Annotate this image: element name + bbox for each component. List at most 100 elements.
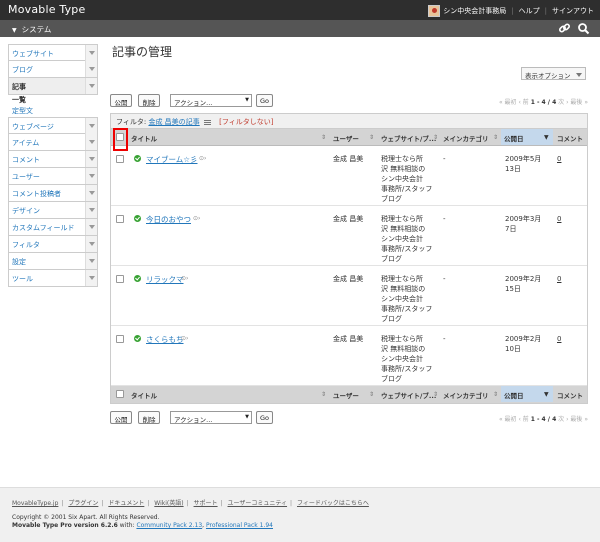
sort-icon[interactable]: ⇕ <box>433 391 438 398</box>
sidebar-item-commenters[interactable]: コメント投稿者 <box>8 185 98 202</box>
sidebar-item-webpages[interactable]: ウェブページ <box>8 117 98 134</box>
view-entry-icon[interactable]: ⊙› <box>181 335 188 342</box>
sidebar-item-settings[interactable]: 設定 <box>8 253 98 270</box>
chevron-down-icon[interactable] <box>85 151 97 167</box>
help-link[interactable]: ヘルプ <box>519 6 540 16</box>
display-options-button[interactable]: 表示オプション <box>521 67 586 80</box>
pager-last[interactable]: 最後 » <box>570 99 588 106</box>
column-header-category[interactable]: メインカテゴリ <box>443 390 489 400</box>
chevron-down-icon[interactable] <box>85 78 97 94</box>
chevron-down-icon[interactable] <box>85 270 97 286</box>
scope-selector[interactable]: ▼ システム <box>12 24 51 35</box>
view-entry-icon[interactable]: ⊙› <box>199 155 206 162</box>
chevron-down-icon[interactable] <box>85 185 97 201</box>
footer-link-community[interactable]: ユーザーコミュニティ <box>228 500 288 507</box>
footer-link-movabletype[interactable]: MovableType.jp <box>12 500 58 507</box>
link-icon[interactable] <box>558 22 571 35</box>
community-pack-link[interactable]: Community Pack 2.13 <box>136 522 202 529</box>
chevron-down-icon[interactable] <box>85 118 97 134</box>
footer-link-docs[interactable]: ドキュメント <box>108 500 144 507</box>
pager-first[interactable]: « 最初 <box>499 99 517 106</box>
footer-link-plugins[interactable]: プラグイン <box>68 500 98 507</box>
select-all-checkbox[interactable] <box>116 133 124 141</box>
footer-link-support[interactable]: サポート <box>194 500 218 507</box>
pager-last[interactable]: 最後 » <box>570 416 588 423</box>
entry-title-link[interactable]: マイブーム☆彡 <box>146 154 198 165</box>
comment-count-link[interactable]: 0 <box>557 334 561 344</box>
footer-link-wiki[interactable]: Wiki(英語) <box>154 500 183 507</box>
sort-icon[interactable]: ⇕ <box>321 134 326 141</box>
search-icon[interactable] <box>577 22 590 35</box>
comment-count-link[interactable]: 0 <box>557 154 561 164</box>
action-select[interactable]: アクション... <box>170 94 252 107</box>
row-checkbox[interactable] <box>116 215 124 223</box>
row-checkbox[interactable] <box>116 155 124 163</box>
signout-link[interactable]: サインアウト <box>552 6 594 16</box>
sidebar-item-users[interactable]: ユーザー <box>8 168 98 185</box>
sort-icon[interactable]: ⇕ <box>433 134 438 141</box>
column-header-comments[interactable]: コメント <box>557 390 583 400</box>
pager-prev[interactable]: ‹ 前 <box>518 99 528 106</box>
column-header-category[interactable]: メインカテゴリ <box>443 133 489 143</box>
delete-button[interactable]: 削除 <box>138 94 160 107</box>
sidebar-subitem-template[interactable]: 定型文 <box>8 106 98 117</box>
go-button[interactable]: Go <box>256 94 273 107</box>
entry-title-link[interactable]: リラックマ <box>146 274 184 285</box>
chevron-down-icon[interactable] <box>85 134 97 150</box>
row-checkbox[interactable] <box>116 275 124 283</box>
sidebar-item-design[interactable]: デザイン <box>8 202 98 219</box>
view-entry-icon[interactable]: ⊙› <box>193 215 200 222</box>
column-header-title[interactable]: タイトル <box>131 390 157 400</box>
chevron-down-icon[interactable] <box>85 236 97 252</box>
sidebar-item-blog[interactable]: ブログ <box>8 61 98 78</box>
footer-link-feedback[interactable]: フィードバックはこちらへ <box>297 500 369 507</box>
comment-count-link[interactable]: 0 <box>557 214 561 224</box>
avatar[interactable] <box>428 5 441 17</box>
chevron-down-icon[interactable] <box>85 253 97 269</box>
column-header-website[interactable]: ウェブサイト/ブ... <box>381 390 436 400</box>
sidebar-item-filters[interactable]: フィルタ <box>8 236 98 253</box>
column-header-user[interactable]: ユーザー <box>333 133 359 143</box>
sidebar-item-customfields[interactable]: カスタムフィールド <box>8 219 98 236</box>
professional-pack-link[interactable]: Professional Pack 1.94 <box>206 522 273 529</box>
comment-count-link[interactable]: 0 <box>557 274 561 284</box>
filter-list-icon[interactable] <box>203 119 211 125</box>
sidebar-item-entries[interactable]: 記事 <box>8 78 98 95</box>
pager-prev[interactable]: ‹ 前 <box>518 416 528 423</box>
view-entry-icon[interactable]: ⊙› <box>181 275 188 282</box>
pager-next[interactable]: 次 › <box>558 99 568 106</box>
entry-title-link[interactable]: さくらもち <box>146 334 184 345</box>
delete-button[interactable]: 削除 <box>138 411 160 424</box>
sidebar-item-website[interactable]: ウェブサイト <box>8 44 98 61</box>
chevron-down-icon[interactable] <box>85 219 97 235</box>
chevron-down-icon[interactable] <box>85 168 97 184</box>
publish-button[interactable]: 公開 <box>110 94 132 107</box>
publish-button[interactable]: 公開 <box>110 411 132 424</box>
app-logo[interactable]: Movable Type <box>8 3 85 16</box>
chevron-down-icon[interactable] <box>85 45 97 61</box>
row-checkbox[interactable] <box>116 335 124 343</box>
sort-icon[interactable]: ⇕ <box>493 134 498 141</box>
pager-next[interactable]: 次 › <box>558 416 568 423</box>
sidebar-item-comments[interactable]: コメント <box>8 151 98 168</box>
column-header-website[interactable]: ウェブサイト/ブ... <box>381 133 436 143</box>
column-header-user[interactable]: ユーザー <box>333 390 359 400</box>
action-select[interactable]: アクション... <box>170 411 252 424</box>
filter-clear-link[interactable]: [フィルタしない] <box>219 118 273 126</box>
sort-desc-icon[interactable]: ▼ <box>544 391 549 398</box>
sort-icon[interactable]: ⇕ <box>493 391 498 398</box>
sidebar-subitem-list[interactable]: 一覧 <box>8 95 98 106</box>
site-name-link[interactable]: シン中央会計事務局 <box>443 6 506 16</box>
entry-title-link[interactable]: 今日のおやつ <box>146 214 191 225</box>
sort-icon[interactable]: ⇕ <box>321 391 326 398</box>
pager-first[interactable]: « 最初 <box>499 416 517 423</box>
filter-value-link[interactable]: 金成 昌美の記事 <box>148 118 199 126</box>
sidebar-item-tools[interactable]: ツール <box>8 270 98 287</box>
chevron-down-icon[interactable] <box>85 61 97 77</box>
go-button[interactable]: Go <box>256 411 273 424</box>
column-header-comments[interactable]: コメント <box>557 133 583 143</box>
column-header-title[interactable]: タイトル <box>131 133 157 143</box>
chevron-down-icon[interactable] <box>85 202 97 218</box>
sort-desc-icon[interactable]: ▼ <box>544 134 549 141</box>
select-all-checkbox[interactable] <box>116 390 124 398</box>
